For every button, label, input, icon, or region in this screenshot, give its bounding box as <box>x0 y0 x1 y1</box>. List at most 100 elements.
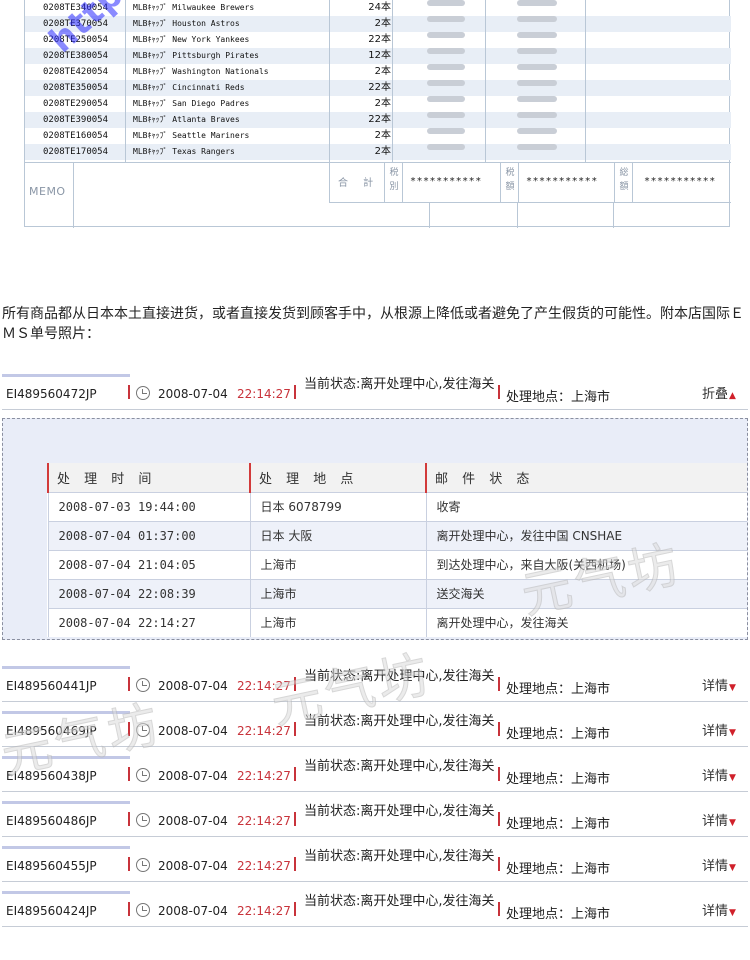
status-time: 22:14:27 <box>237 679 291 693</box>
tracking-row: 2008-07-04 21:04:05 上海市 到达处理中心，来自大阪(关西机场) <box>47 549 747 579</box>
event-status: 送交海关 <box>425 578 747 608</box>
tracking-number: EI489560438JP <box>6 769 97 783</box>
item-quantity: 22本 <box>368 82 391 93</box>
details-button[interactable]: 详情▼ <box>702 765 736 784</box>
invoice-row: 0208TE170054 MLBｷｬｯﾌﾟ Texas Rangers 2本 <box>25 144 731 160</box>
grand-total-label: 総額 <box>619 168 629 192</box>
item-name: MLBｷｬｯﾌﾟ San Diego Padres <box>133 99 250 108</box>
separator <box>294 767 296 781</box>
blurred-amount <box>517 96 557 102</box>
tax-amount-label: 税額 <box>505 168 515 192</box>
clock-icon <box>136 903 150 917</box>
item-code: 0208TE420054 <box>43 67 109 77</box>
status-time: 22:14:27 <box>237 904 291 918</box>
separator <box>128 677 130 691</box>
event-time: 2008-07-04 22:08:39 <box>47 578 250 608</box>
location: 处理地点：上海市 <box>506 862 611 877</box>
invoice-row: 0208TE160054 MLBｷｬｯﾌﾟ Seattle Mariners 2本 <box>25 128 731 144</box>
item-name: MLBｷｬｯﾌﾟ Pittsburgh Pirates <box>133 51 259 60</box>
tracking-number: EI489560441JP <box>6 679 97 693</box>
details-button[interactable]: 详情▼ <box>702 810 736 829</box>
triangle-down-icon: ▼ <box>729 773 736 783</box>
current-status: 当前状态:离开处理中心,发往海关 <box>304 759 495 774</box>
column-divider <box>585 0 586 162</box>
column-divider <box>329 0 330 162</box>
separator <box>128 812 130 826</box>
invoice-row: 0208TE380054 MLBｷｬｯﾌﾟ Pittsburgh Pirates 1… <box>25 48 731 64</box>
separator <box>128 902 130 916</box>
clock-icon <box>136 386 150 400</box>
item-quantity: 2本 <box>374 18 391 29</box>
tracking-body: 2008-07-03 19:44:00 日本 6078799 收寄 2008-07-0… <box>47 491 747 637</box>
current-status: 当前状态:离开处理中心,发往海关 <box>304 714 495 729</box>
ems-strip: EI489560469JP 2008-07-04 22:14:27 当前状态:离开处理… <box>2 711 748 747</box>
item-name: MLBｷｬｯﾌﾟ Texas Rangers <box>133 147 235 156</box>
location: 处理地点：上海市 <box>506 772 611 787</box>
separator <box>498 722 500 736</box>
separator <box>128 767 130 781</box>
item-quantity: 2本 <box>374 146 391 157</box>
event-status: 离开处理中心，发往海关 <box>425 607 747 637</box>
separator <box>294 722 296 736</box>
item-quantity: 2本 <box>374 130 391 141</box>
location: 处理地点：上海市 <box>506 390 611 405</box>
subtotal-masked: *********** <box>410 176 482 187</box>
collapse-label: 折叠 <box>702 387 729 402</box>
separator <box>498 902 500 916</box>
details-label: 详情 <box>702 904 729 919</box>
event-time: 2008-07-04 01:37:00 <box>47 520 250 550</box>
details-button[interactable]: 详情▼ <box>702 720 736 739</box>
tracking-number: EI489560469JP <box>6 724 97 738</box>
invoice-table: 0208TE340054 MLBｷｬｯﾌﾟ Milwaukee Brewers 24… <box>24 0 731 228</box>
details-label: 详情 <box>702 679 729 694</box>
header-status: 邮 件 状 态 <box>425 463 747 492</box>
ems-strip: EI489560486JP 2008-07-04 22:14:27 当前状态:离开处理… <box>2 801 748 837</box>
separator <box>128 722 130 736</box>
header-time: 处 理 时 间 <box>47 463 250 492</box>
location: 处理地点：上海市 <box>506 727 611 742</box>
blurred-amount <box>517 144 557 150</box>
separator <box>498 385 500 399</box>
event-status: 收寄 <box>425 491 747 521</box>
status-time: 22:14:27 <box>237 724 291 738</box>
totals-box: 合 計 税別 *********** 税額 *********** 総額 ***… <box>329 163 731 203</box>
totals-divider <box>632 163 633 203</box>
blurred-price <box>427 64 465 70</box>
tracking-row: 2008-07-04 01:37:00 日本 大阪 离开处理中心，发往中国 CNSH… <box>47 520 747 550</box>
triangle-down-icon: ▼ <box>729 908 736 918</box>
status-time: 22:14:27 <box>237 814 291 828</box>
blurred-amount <box>517 32 557 38</box>
current-status: 当前状态:离开处理中心,发往海关 <box>304 669 495 684</box>
invoice-row: 0208TE420054 MLBｷｬｯﾌﾟ Washington National… <box>25 64 731 80</box>
clock-icon <box>136 768 150 782</box>
status-date: 2008-07-04 <box>158 679 228 693</box>
details-button[interactable]: 详情▼ <box>702 855 736 874</box>
totals-divider <box>402 163 403 203</box>
blurred-price <box>427 32 465 38</box>
invoice-rows: 0208TE340054 MLBｷｬｯﾌﾟ Milwaukee Brewers 24… <box>25 0 731 160</box>
details-button[interactable]: 详情▼ <box>702 675 736 694</box>
blurred-amount <box>517 16 557 22</box>
blurred-price <box>427 96 465 102</box>
blurred-amount <box>517 64 557 70</box>
totals-divider <box>614 163 615 203</box>
triangle-down-icon: ▼ <box>729 728 736 738</box>
blurred-price <box>427 0 465 6</box>
status-time: 22:14:27 <box>237 859 291 873</box>
location: 处理地点：上海市 <box>506 682 611 697</box>
event-place: 上海市 <box>249 607 426 637</box>
separator <box>498 812 500 826</box>
details-button[interactable]: 详情▼ <box>702 900 736 919</box>
collapse-button[interactable]: 折叠▲ <box>702 383 736 402</box>
current-status: 当前状态:离开处理中心,发往海关 <box>304 804 495 819</box>
tracking-row: 2008-07-04 22:08:39 上海市 送交海关 <box>47 578 747 608</box>
item-name: MLBｷｬｯﾌﾟ Houston Astros <box>133 19 240 28</box>
tracking-table: 处 理 时 间 处 理 地 点 邮 件 状 态 2008-07-03 19:44… <box>47 463 747 637</box>
separator <box>294 902 296 916</box>
triangle-up-icon: ▲ <box>729 391 736 401</box>
item-quantity: 22本 <box>368 34 391 45</box>
separator <box>498 677 500 691</box>
item-quantity: 22本 <box>368 114 391 125</box>
memo-divider <box>73 163 74 228</box>
item-name: MLBｷｬｯﾌﾟ Seattle Mariners <box>133 131 250 140</box>
